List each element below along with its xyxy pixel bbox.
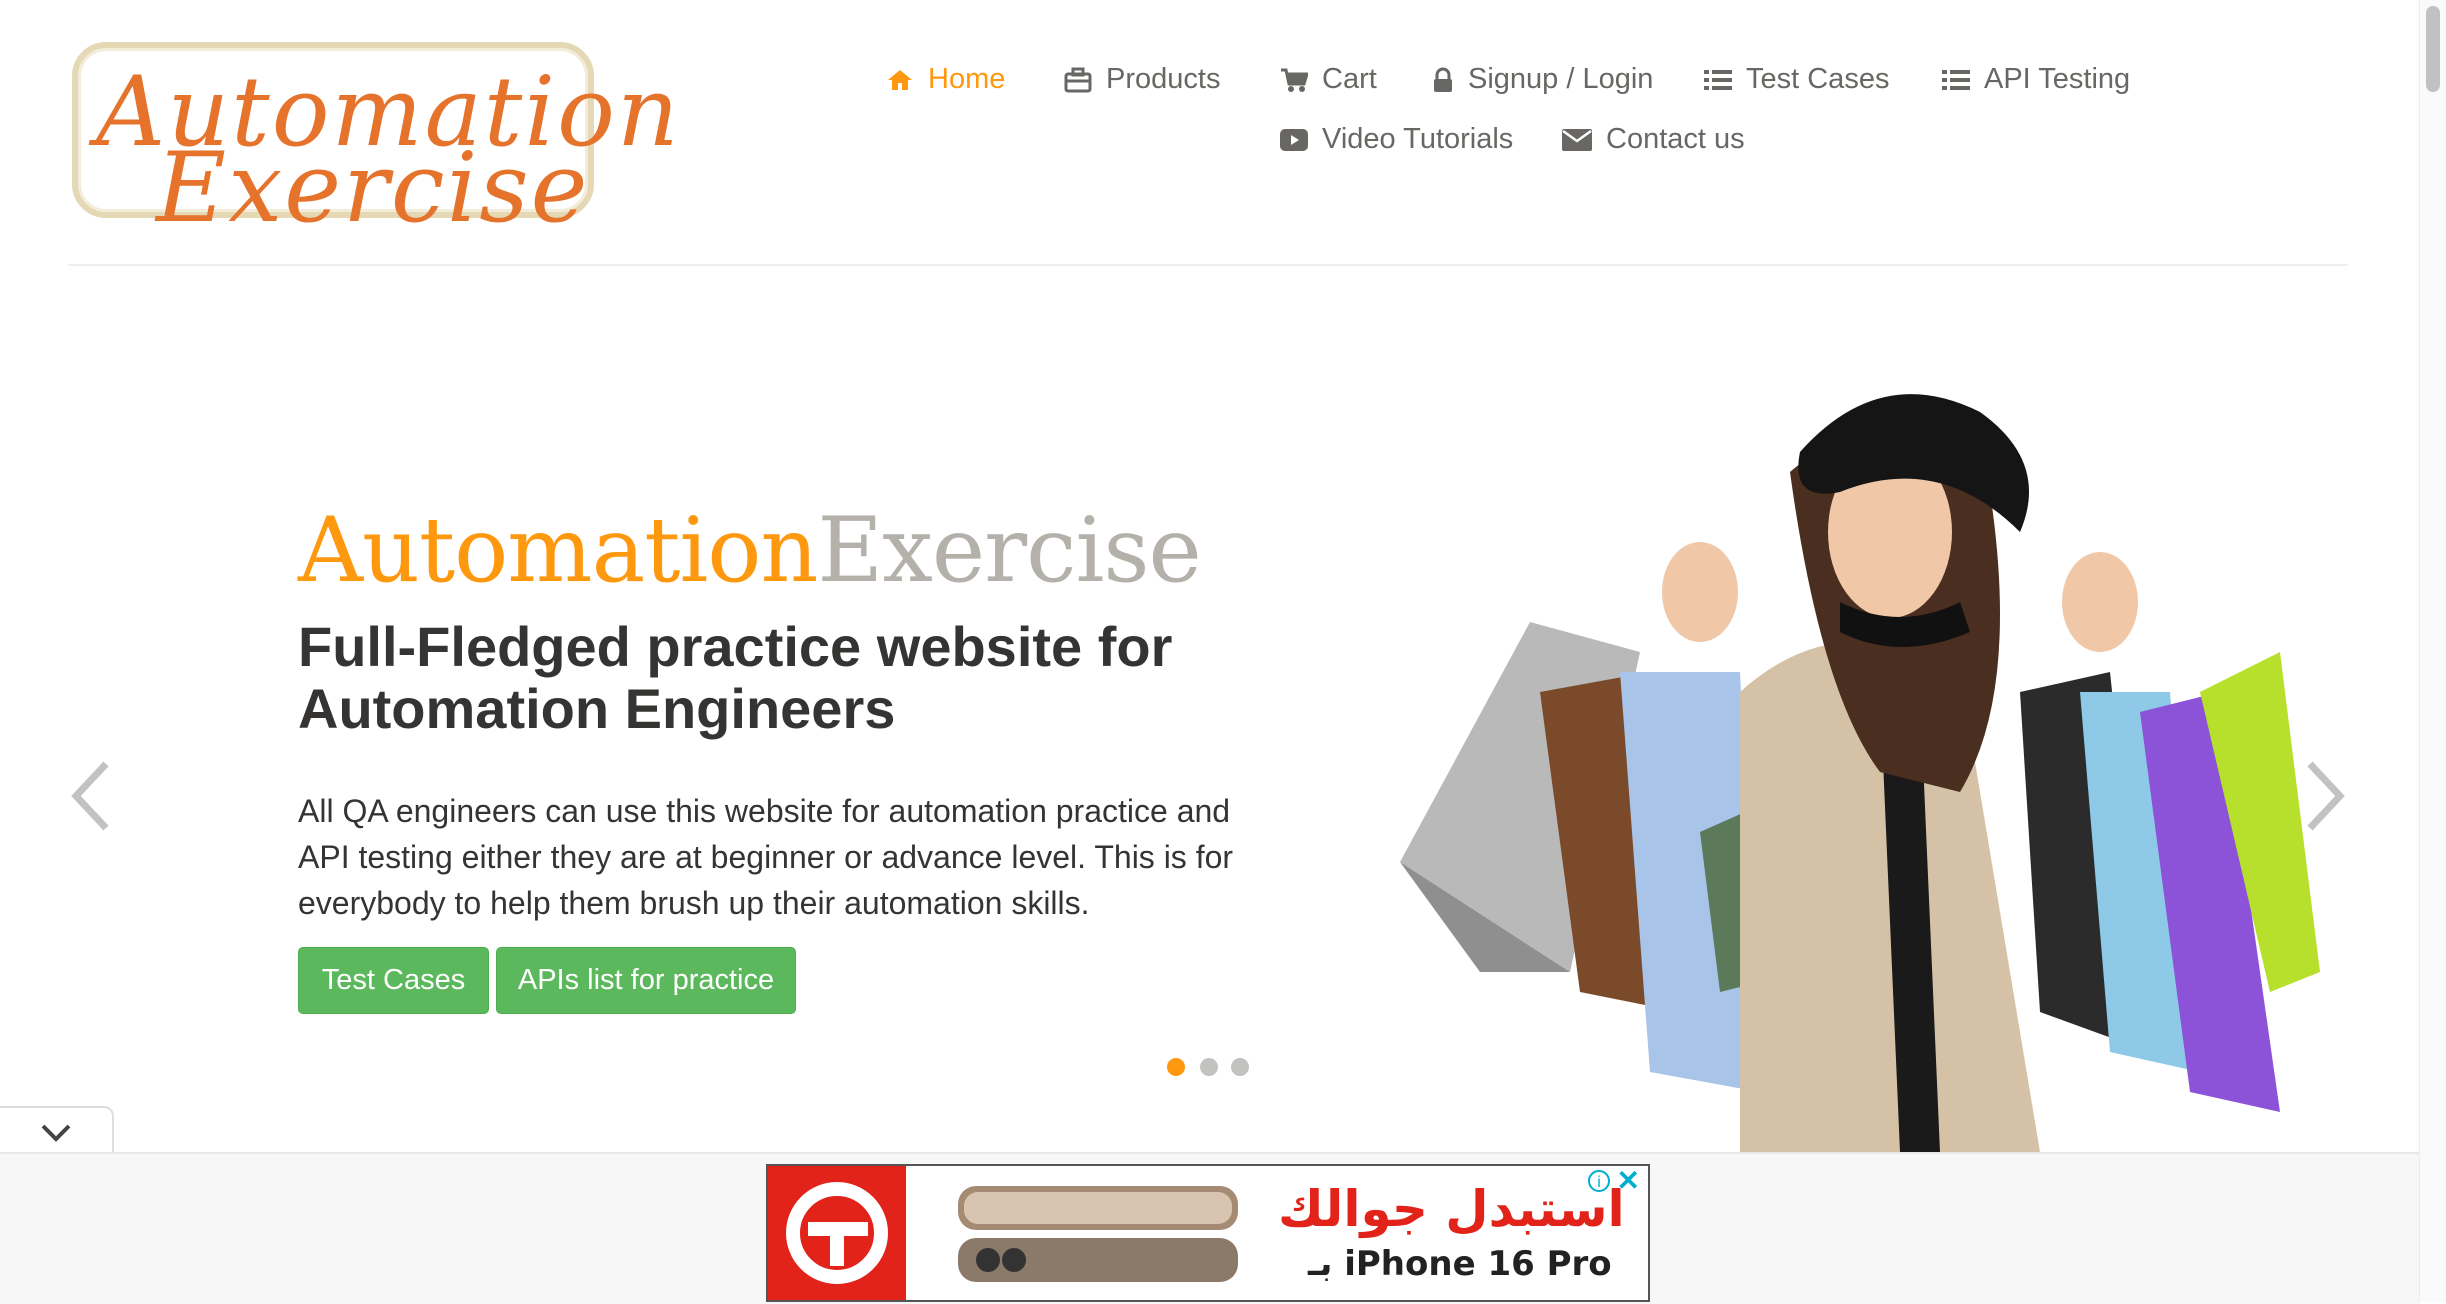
carousel-indicator-2[interactable]	[1200, 1058, 1218, 1076]
phone-product-image	[958, 1186, 1238, 1282]
logo-line2-text: Exercise	[156, 132, 590, 244]
nav-test-cases-label: Test Cases	[1746, 63, 1890, 95]
nav-cart[interactable]: Cart	[1280, 63, 1377, 96]
chevron-left-icon	[71, 761, 109, 831]
list-icon	[1942, 69, 1970, 90]
nav-video-tutorials-label: Video Tutorials	[1322, 123, 1514, 155]
apis-list-button[interactable]: APIs list for practice	[496, 947, 796, 1014]
nav-video-tutorials[interactable]: Video Tutorials	[1280, 123, 1513, 156]
lock-icon	[1434, 67, 1452, 92]
nav-products[interactable]: Products	[1064, 63, 1220, 96]
briefcase-icon	[1064, 67, 1092, 92]
nav-signup-login[interactable]: Signup / Login	[1432, 63, 1653, 96]
nav-contact-us[interactable]: Contact us	[1562, 123, 1745, 156]
nav-products-label: Products	[1106, 63, 1221, 95]
page-scrollbar[interactable]	[2419, 0, 2446, 1302]
ad-info-icon[interactable]: i	[1588, 1170, 1610, 1192]
nav-api-testing[interactable]: API Testing	[1942, 63, 2130, 96]
chevron-down-icon	[41, 1124, 71, 1142]
scrollbar-thumb[interactable]	[2426, 6, 2440, 92]
hero-brand-part1: Automation	[298, 498, 818, 603]
home-icon	[888, 69, 912, 90]
carousel-indicator-3[interactable]	[1231, 1058, 1249, 1076]
advertisement-banner[interactable]: استبدل جوالك بـ iPhone 16 Pro i ✕	[766, 1164, 1650, 1302]
cart-icon	[1281, 68, 1308, 92]
list-icon	[1704, 69, 1732, 90]
carousel-prev-arrow[interactable]	[68, 760, 112, 837]
hero-model-image	[1400, 394, 2320, 1152]
envelope-icon	[1562, 128, 1592, 151]
ad-brand-logo	[768, 1166, 906, 1300]
test-cases-button[interactable]: Test Cases	[298, 947, 489, 1014]
ad-close-icon[interactable]: ✕	[1617, 1167, 1640, 1195]
nav-cart-label: Cart	[1322, 63, 1377, 95]
nav-test-cases[interactable]: Test Cases	[1704, 63, 1889, 96]
header-divider	[68, 264, 2348, 266]
ad-subline: بـ iPhone 16 Pro	[1308, 1244, 1612, 1284]
nav-api-testing-label: API Testing	[1984, 63, 2131, 95]
hero-description: All QA engineers can use this website fo…	[298, 793, 1234, 921]
hero-headline: Full-Fledged practice website for Automa…	[298, 615, 1173, 740]
hero-brand-part2: Exercise	[817, 498, 1201, 603]
brand-logo-icon	[786, 1182, 888, 1284]
nav-home-label: Home	[928, 63, 1006, 95]
hero-brand-title: AutomationExercise	[298, 498, 1202, 603]
logo-text-line2: Exercise	[156, 132, 589, 244]
nav-signup-login-label: Signup / Login	[1468, 63, 1654, 95]
nav-home[interactable]: Home	[886, 63, 1005, 96]
ad-collapse-tab[interactable]	[0, 1106, 114, 1156]
ad-headline: استبدل جوالك	[1278, 1180, 1625, 1238]
carousel-indicator-1[interactable]	[1167, 1058, 1185, 1076]
nav-contact-us-label: Contact us	[1606, 123, 1745, 155]
site-logo[interactable]: Automation Exercise	[72, 42, 679, 244]
youtube-play-icon	[1280, 128, 1308, 151]
